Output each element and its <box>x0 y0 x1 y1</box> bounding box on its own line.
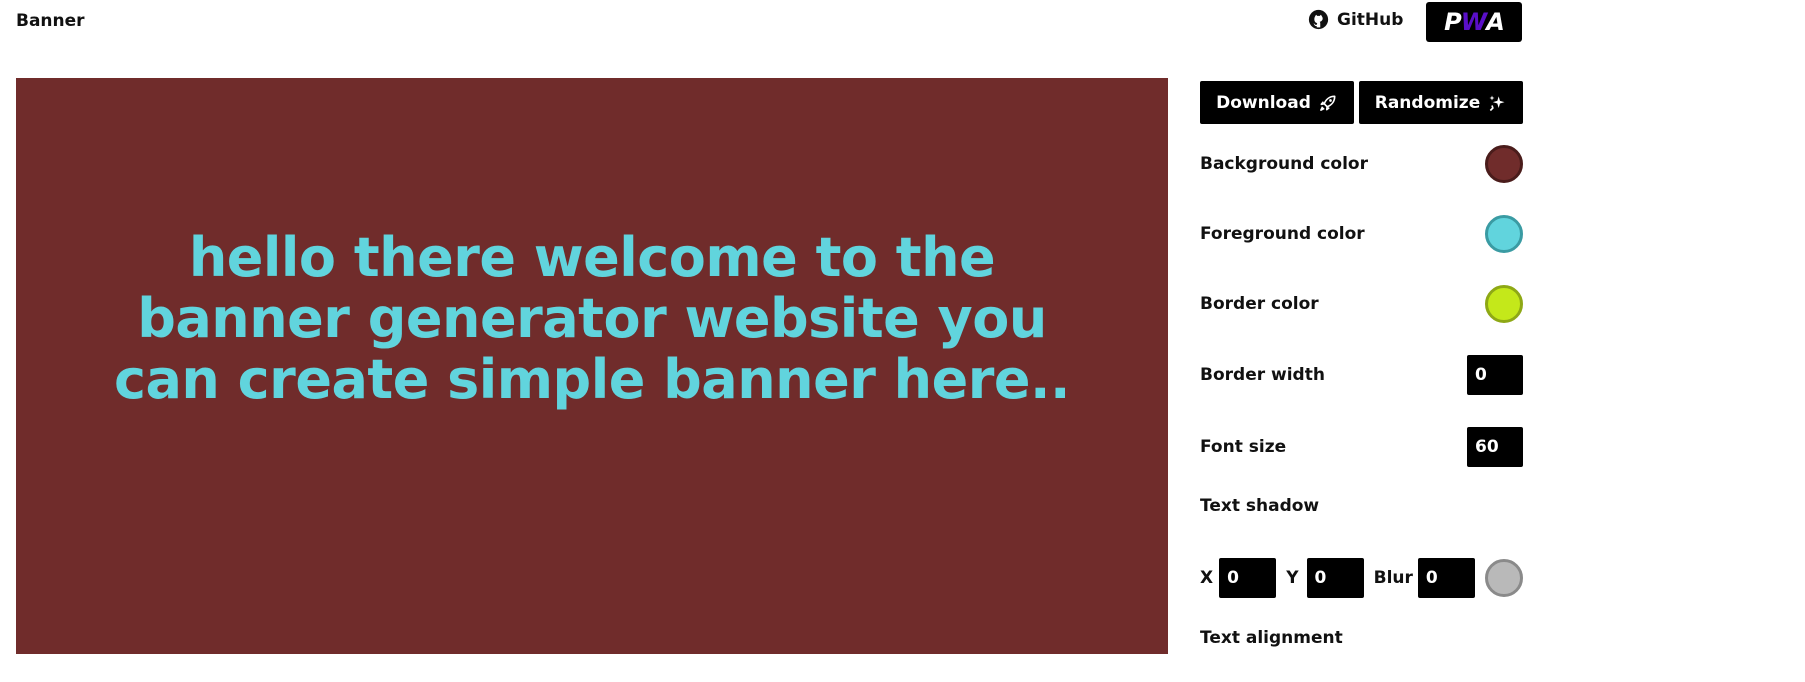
shadow-y-input[interactable] <box>1306 558 1364 598</box>
text-alignment-row: Text alignment <box>1200 625 1523 651</box>
banner-text: hello there welcome to the banner genera… <box>113 225 1071 411</box>
pwa-badge[interactable]: PWA <box>1426 2 1522 42</box>
foreground-color-label: Foreground color <box>1200 224 1365 244</box>
shadow-blur-input[interactable] <box>1417 558 1475 598</box>
background-color-label: Background color <box>1200 154 1368 174</box>
shadow-blur-group: Blur <box>1374 558 1475 598</box>
pwa-letter-p: P <box>1444 8 1462 36</box>
sparkles-icon <box>1489 95 1505 111</box>
pwa-letter-a: A <box>1486 8 1505 36</box>
shadow-blur-label: Blur <box>1373 568 1413 588</box>
github-label: GitHub <box>1337 9 1404 30</box>
shadow-color-picker[interactable] <box>1484 559 1523 597</box>
shadow-x-group: X <box>1200 558 1277 598</box>
shadow-y-group: Y <box>1286 558 1364 598</box>
action-buttons: Download Randomize <box>1200 81 1523 124</box>
randomize-label: Randomize <box>1374 92 1481 113</box>
randomize-button[interactable]: Randomize <box>1359 81 1523 124</box>
rocket-icon <box>1319 95 1336 111</box>
background-color-picker[interactable] <box>1485 145 1523 183</box>
font-size-input[interactable] <box>1467 427 1523 467</box>
pwa-letter-w: W <box>1460 8 1488 36</box>
banner-preview: hello there welcome to the banner genera… <box>16 78 1168 654</box>
text-shadow-label: Text shadow <box>1200 496 1320 516</box>
background-color-row: Background color <box>1200 144 1523 184</box>
border-color-picker[interactable] <box>1485 285 1523 323</box>
github-icon <box>1308 9 1329 30</box>
shadow-x-input[interactable] <box>1219 558 1277 598</box>
border-color-label: Border color <box>1200 294 1319 314</box>
shadow-y-label: Y <box>1286 568 1299 588</box>
border-color-row: Border color <box>1200 284 1523 324</box>
controls-panel: Download Randomize Background color Fore… <box>1200 81 1523 648</box>
text-alignment-label: Text alignment <box>1200 628 1343 648</box>
font-size-label: Font size <box>1200 437 1287 457</box>
text-shadow-heading-row: Text shadow <box>1200 493 1523 519</box>
download-label: Download <box>1216 92 1311 113</box>
download-button[interactable]: Download <box>1200 81 1354 124</box>
border-width-label: Border width <box>1200 365 1325 385</box>
font-size-row: Font size <box>1200 427 1523 467</box>
github-link[interactable]: GitHub <box>1308 9 1403 30</box>
foreground-color-row: Foreground color <box>1200 214 1523 254</box>
text-shadow-row: X Y Blur <box>1200 557 1523 599</box>
border-width-row: Border width <box>1200 355 1523 395</box>
brand-title: Banner <box>16 11 85 31</box>
border-width-input[interactable] <box>1467 355 1523 395</box>
foreground-color-picker[interactable] <box>1485 215 1523 253</box>
shadow-x-label: X <box>1200 568 1214 588</box>
